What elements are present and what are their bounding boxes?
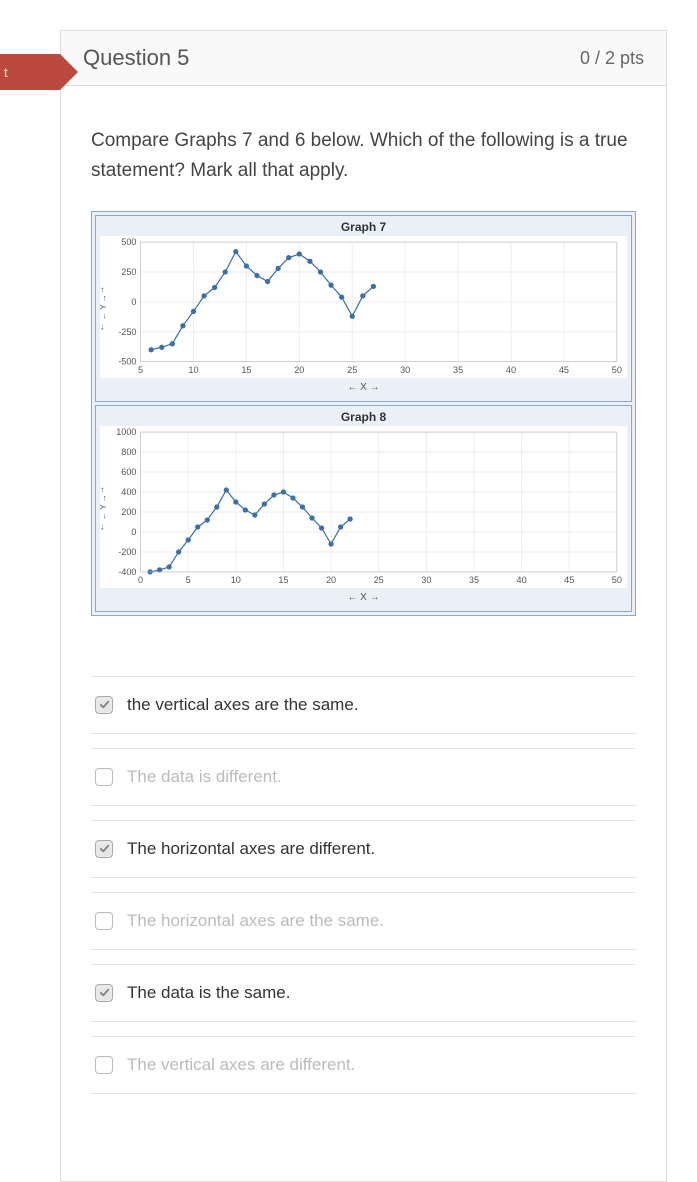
answer-list: the vertical axes are the same. The data … [91,676,636,1094]
question-points: 0 / 2 pts [580,48,644,69]
svg-text:-250: -250 [118,327,136,337]
svg-text:-500: -500 [118,356,136,366]
svg-text:200: 200 [121,507,136,517]
svg-text:5: 5 [186,575,191,585]
check-icon [99,987,110,998]
svg-text:35: 35 [453,365,463,375]
svg-text:0: 0 [131,527,136,537]
x-axis-label: ← X → [100,592,627,603]
svg-text:500: 500 [121,237,136,247]
x-axis-label: ← X → [100,382,627,393]
svg-text:15: 15 [278,575,288,585]
answer-option[interactable]: the vertical axes are the same. [91,676,636,734]
answer-label: the vertical axes are the same. [127,695,359,715]
svg-text:1000: 1000 [116,427,136,437]
svg-text:20: 20 [326,575,336,585]
charts-container: Graph 7 ↑ ← Y → ↓ -500-25002505005101520… [91,211,636,616]
answer-label: The data is the same. [127,983,290,1003]
checkbox[interactable] [95,840,113,858]
answer-option[interactable]: The data is different. [91,748,636,806]
svg-text:400: 400 [121,487,136,497]
checkbox[interactable] [95,1056,113,1074]
check-icon [99,699,110,710]
svg-text:10: 10 [188,365,198,375]
svg-text:40: 40 [506,365,516,375]
checkbox[interactable] [95,696,113,714]
svg-text:50: 50 [612,365,622,375]
svg-text:15: 15 [241,365,251,375]
svg-text:35: 35 [469,575,479,585]
chart-title: Graph 7 [100,220,627,234]
check-icon [99,843,110,854]
question-body: Compare Graphs 7 and 6 below. Which of t… [61,86,666,1114]
svg-text:50: 50 [612,575,622,585]
checkbox[interactable] [95,912,113,930]
status-flag: t [0,54,60,90]
y-axis-label: ↑ ← Y → ↓ [100,485,108,531]
checkbox[interactable] [95,984,113,1002]
svg-text:-200: -200 [118,547,136,557]
flag-text: t [4,65,8,80]
svg-text:45: 45 [564,575,574,585]
chart-8-plot: -400 -200 0 200 400 600 800 1000 0 5 10 15 20 25 30 35 4… [100,426,627,588]
checkbox[interactable] [95,768,113,786]
svg-text:30: 30 [400,365,410,375]
svg-text:45: 45 [559,365,569,375]
question-number: Question 5 [83,45,189,71]
svg-text:600: 600 [121,467,136,477]
chart-title: Graph 8 [100,410,627,424]
svg-text:10: 10 [231,575,241,585]
svg-text:25: 25 [374,575,384,585]
chart-7: Graph 7 ↑ ← Y → ↓ -500 -250 0 250 500 5 10 15 20… [95,215,632,402]
answer-option[interactable]: The horizontal axes are the same. [91,892,636,950]
answer-option[interactable]: The data is the same. [91,964,636,1022]
answer-option[interactable]: The vertical axes are different. [91,1036,636,1094]
answer-label: The horizontal axes are different. [127,839,375,859]
svg-text:0: 0 [131,297,136,307]
svg-text:250: 250 [121,267,136,277]
chart-8: Graph 8 ↑ ← Y → ↓ -400-20002004006008001… [95,405,632,612]
y-axis-label: ↑ ← Y → ↓ [100,285,108,331]
svg-text:-400: -400 [118,567,136,577]
answer-label: The vertical axes are different. [127,1055,355,1075]
svg-text:5: 5 [138,365,143,375]
svg-text:800: 800 [121,447,136,457]
svg-text:20: 20 [294,365,304,375]
svg-text:25: 25 [347,365,357,375]
svg-text:30: 30 [421,575,431,585]
question-card: Question 5 0 / 2 pts Compare Graphs 7 an… [60,30,667,1182]
question-prompt: Compare Graphs 7 and 6 below. Which of t… [91,126,636,187]
chart-7-plot: -500 -250 0 250 500 5 10 15 20 25 30 35 40 45 50 [100,236,627,378]
svg-text:40: 40 [517,575,527,585]
answer-option[interactable]: The horizontal axes are different. [91,820,636,878]
question-header: Question 5 0 / 2 pts [61,31,666,86]
svg-text:0: 0 [138,575,143,585]
answer-label: The horizontal axes are the same. [127,911,384,931]
answer-label: The data is different. [127,767,282,787]
